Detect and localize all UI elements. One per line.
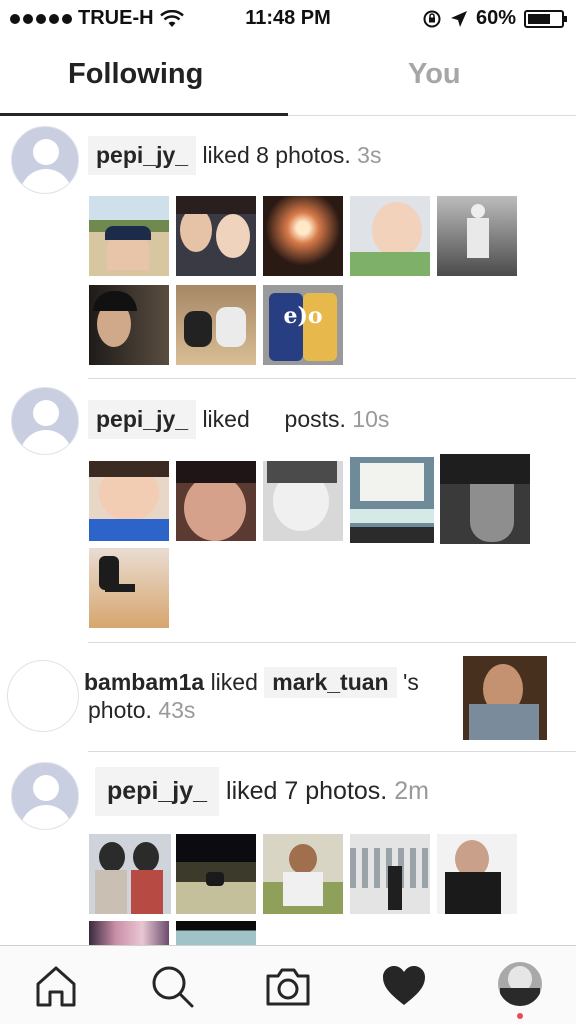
battery-icon xyxy=(524,9,567,28)
activity-text: pepi_jy_ liked posts. 10s xyxy=(88,400,389,439)
liked-photo-thumbnail[interactable] xyxy=(437,196,517,276)
possessive-suffix: 's xyxy=(402,669,419,695)
activity-text: pepi_jy_ liked 8 photos. 3s xyxy=(88,136,381,175)
liked-photo-thumbnail[interactable] xyxy=(263,196,343,276)
search-icon[interactable] xyxy=(148,962,196,1010)
liked-photo-thumbnail[interactable] xyxy=(89,285,169,365)
username-link[interactable]: pepi_jy_ xyxy=(88,136,197,175)
liked-photo-thumbnail[interactable] xyxy=(176,461,256,541)
home-icon[interactable] xyxy=(32,962,80,1010)
timestamp: 3s xyxy=(357,142,382,168)
liked-photo-thumbnail[interactable] xyxy=(89,834,171,914)
bottom-tab-bar xyxy=(0,945,576,1024)
liked-photo-thumbnail[interactable] xyxy=(89,461,169,541)
status-right-group: 60% xyxy=(422,7,567,30)
liked-photo-thumbnail[interactable]: e)o xyxy=(263,285,343,365)
notification-dot xyxy=(517,1013,523,1019)
liked-photo-thumbnail[interactable] xyxy=(350,196,430,276)
liked-photo-thumbnail[interactable] xyxy=(263,834,343,914)
activity-action-suffix: posts. xyxy=(284,406,346,432)
liked-photo-thumbnail[interactable] xyxy=(437,834,517,914)
heart-icon[interactable] xyxy=(380,962,428,1010)
divider xyxy=(88,642,576,643)
liked-photo-thumbnail[interactable] xyxy=(89,548,169,628)
liked-photo-thumbnail[interactable] xyxy=(89,921,169,945)
divider xyxy=(88,378,576,379)
activity-action: liked 7 photos. xyxy=(226,777,388,805)
location-arrow-icon xyxy=(450,10,467,27)
activity-action: liked 8 photos. xyxy=(202,142,351,168)
username-link[interactable]: pepi_jy_ xyxy=(88,400,197,439)
liked-photo-thumbnail[interactable] xyxy=(89,196,169,276)
tab-following[interactable]: Following xyxy=(68,58,203,91)
username-link[interactable]: pepi_jy_ xyxy=(95,767,220,816)
avatar[interactable] xyxy=(11,126,79,194)
liked-photo-thumbnail[interactable] xyxy=(176,921,256,945)
battery-percent: 60% xyxy=(475,7,516,29)
tab-you[interactable]: You xyxy=(408,58,461,91)
avatar[interactable] xyxy=(11,762,79,830)
avatar[interactable] xyxy=(7,660,79,732)
liked-photo-thumbnail[interactable] xyxy=(350,834,430,914)
target-username-link[interactable]: mark_tuan xyxy=(264,667,397,698)
activity-text: pepi_jy_ liked 7 photos. 2m xyxy=(95,767,429,816)
profile-avatar[interactable] xyxy=(498,962,542,1006)
liked-photo-thumbnail[interactable] xyxy=(440,454,530,544)
orientation-lock-icon xyxy=(423,10,441,27)
liked-photo-thumbnail[interactable] xyxy=(263,461,343,541)
divider xyxy=(88,751,576,752)
liked-photo-thumbnail[interactable] xyxy=(176,285,256,365)
liked-photo-thumbnail[interactable] xyxy=(176,196,256,276)
timestamp: 43s xyxy=(158,697,196,723)
timestamp: 2m xyxy=(394,777,429,805)
active-tab-indicator xyxy=(0,113,288,116)
activity-tabs: Following You xyxy=(0,40,576,116)
status-bar: TRUE-H 11:48 PM 60% xyxy=(0,0,576,36)
camera-icon[interactable] xyxy=(264,962,312,1010)
avatar[interactable] xyxy=(11,387,79,455)
activity-text: bambam1a liked mark_tuan 's xyxy=(84,667,419,698)
activity-text-line2: photo. 43s xyxy=(88,697,195,724)
liked-photo-thumbnail[interactable] xyxy=(176,834,256,914)
liked-photo-thumbnail[interactable] xyxy=(463,656,547,740)
activity-action: liked xyxy=(202,406,250,432)
timestamp: 10s xyxy=(352,406,390,432)
username-link[interactable]: bambam1a xyxy=(84,669,204,695)
activity-action: liked xyxy=(210,669,258,695)
activity-object: photo. xyxy=(88,697,152,723)
liked-photo-thumbnail[interactable] xyxy=(350,457,434,543)
